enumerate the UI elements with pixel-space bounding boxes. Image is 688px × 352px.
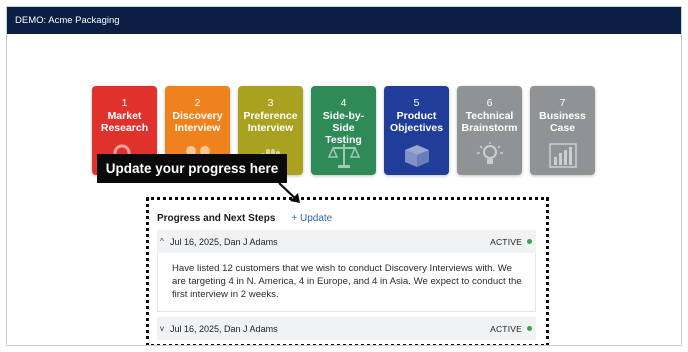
stage-number: 2	[194, 97, 201, 109]
stage-number: 4	[340, 97, 347, 109]
progress-panel: Progress and Next Steps + Update ^ Jul 1…	[146, 197, 549, 345]
stage-name: Technical Brainstorm	[461, 110, 518, 134]
stage-name: Market Research	[100, 110, 149, 134]
stage-tile-side-by-side-testing[interactable]: 4 Side-by-Side Testing	[311, 86, 376, 175]
chevron-up-icon[interactable]: ^	[160, 237, 170, 246]
lightbulb-icon	[474, 141, 506, 169]
status-badge: ACTIVE	[490, 323, 522, 334]
chevron-down-icon[interactable]: v	[160, 324, 170, 333]
progress-title: Progress and Next Steps	[157, 212, 276, 224]
status-dot	[527, 326, 532, 331]
update-link[interactable]: + Update	[291, 213, 332, 224]
callout-banner: Update your progress here	[97, 154, 287, 183]
header-bar: DEMO: Acme Packaging	[7, 7, 681, 34]
app-window: DEMO: Acme Packaging 1 Market Research 2…	[6, 6, 682, 346]
callout-text: Update your progress here	[105, 161, 279, 176]
progress-entry-header[interactable]: v Jul 16, 2025, Dan J Adams ACTIVE	[157, 317, 536, 340]
progress-entry-header[interactable]: ^ Jul 16, 2025, Dan J Adams ACTIVE	[157, 230, 536, 253]
stage-number: 5	[413, 97, 420, 109]
entry-date-author: Jul 16, 2025, Dan J Adams	[170, 236, 278, 247]
entry-body: Have listed 12 customers that we wish to…	[157, 253, 536, 312]
status-dot	[527, 239, 532, 244]
stage-tile-technical-brainstorm[interactable]: 6 Technical Brainstorm	[457, 86, 522, 175]
stage-name: Preference Interview	[243, 110, 298, 134]
bar-chart-icon	[547, 141, 579, 169]
box-icon	[401, 141, 433, 169]
stage-number: 7	[559, 97, 566, 109]
stage-number: 6	[486, 97, 493, 109]
stage-name: Product Objectives	[389, 110, 444, 134]
stage-number: 3	[267, 97, 274, 109]
app-title: DEMO: Acme Packaging	[15, 15, 120, 26]
balance-scale-icon	[327, 141, 360, 169]
status-badge: ACTIVE	[490, 236, 522, 247]
stage-name: Business Case	[539, 110, 586, 134]
stage-tile-business-case[interactable]: 7 Business Case	[530, 86, 595, 175]
stage-number: 1	[121, 97, 128, 109]
stage-tile-product-objectives[interactable]: 5 Product Objectives	[384, 86, 449, 175]
stage-name: Discovery Interview	[172, 110, 223, 134]
entry-date-author: Jul 16, 2025, Dan J Adams	[170, 323, 278, 334]
